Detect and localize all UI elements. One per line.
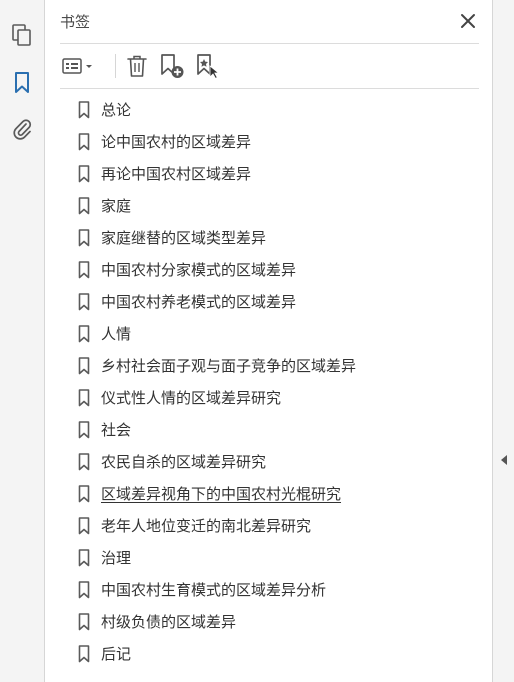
bookmark-icon: [78, 453, 90, 471]
bookmark-item[interactable]: 治理: [45, 542, 492, 574]
panel-header: 书签: [60, 0, 479, 44]
bookmark-icon: [78, 581, 90, 599]
bookmark-item[interactable]: 乡村社会面子观与面子竞争的区域差异: [45, 350, 492, 382]
triangle-left-icon: [501, 455, 507, 465]
bookmark-label: 农民自杀的区域差异研究: [101, 453, 267, 471]
bookmark-label: 治理: [101, 549, 132, 567]
bookmark-item[interactable]: 中国农村生育模式的区域差异分析: [45, 574, 492, 606]
bookmark-item[interactable]: 总论: [45, 94, 492, 126]
bookmark-icon: [78, 645, 90, 663]
bookmarks-panel-window: 书签 总论 论中国农村的区域差异 再论中国农村区域差异 家庭 家庭继替的区域类型…: [0, 0, 514, 682]
bookmark-icon: [78, 197, 90, 215]
bookmark-icon: [78, 485, 90, 503]
bookmark-item[interactable]: 仪式性人情的区域差异研究: [45, 382, 492, 414]
bookmark-icon: [78, 517, 90, 535]
bookmark-label: 中国农村养老模式的区域差异: [101, 293, 297, 311]
bookmark-label: 论中国农村的区域差异: [101, 133, 252, 151]
panel-title: 书签: [60, 13, 91, 31]
bookmark-item[interactable]: 社会: [45, 414, 492, 446]
toolbar-divider: [115, 54, 116, 78]
bookmark-label: 再论中国农村区域差异: [101, 165, 252, 183]
bookmark-label: 人情: [101, 325, 132, 343]
options-menu-icon: [62, 58, 92, 74]
bookmark-label: 区域差异视角下的中国农村光棍研究: [101, 485, 342, 503]
bookmark-label: 老年人地位变迁的南北差异研究: [101, 517, 312, 535]
bookmark-list: 总论 论中国农村的区域差异 再论中国农村区域差异 家庭 家庭继替的区域类型差异 …: [45, 94, 492, 670]
bookmark-item[interactable]: 家庭继替的区域类型差异: [45, 222, 492, 254]
pages-thumbnails-button[interactable]: [9, 22, 35, 48]
bookmark-label: 乡村社会面子观与面子竞争的区域差异: [101, 357, 357, 375]
bookmark-from-selection-icon: [197, 54, 220, 79]
bookmark-label: 中国农村分家模式的区域差异: [101, 261, 297, 279]
bookmark-toolbar: [60, 44, 479, 89]
bookmark-item[interactable]: 农民自杀的区域差异研究: [45, 446, 492, 478]
navigation-rail: [0, 0, 45, 682]
bookmark-from-selection-button[interactable]: [194, 53, 222, 79]
bookmark-icon: [78, 325, 90, 343]
close-icon: [461, 14, 475, 28]
bookmark-label: 家庭: [101, 197, 132, 215]
attachments-button[interactable]: [9, 116, 35, 142]
delete-bookmark-button[interactable]: [124, 53, 150, 79]
bookmark-icon: [78, 133, 90, 151]
pane-collapse-strip: [492, 0, 514, 682]
bookmark-item[interactable]: 中国农村养老模式的区域差异: [45, 286, 492, 318]
bookmark-icon: [78, 165, 90, 183]
close-panel-button[interactable]: [459, 12, 477, 30]
options-menu-button[interactable]: [60, 53, 98, 79]
bookmark-icon: [15, 72, 29, 93]
bookmark-icon: [78, 293, 90, 311]
bookmark-icon: [78, 261, 90, 279]
bookmark-item[interactable]: 老年人地位变迁的南北差异研究: [45, 510, 492, 542]
bookmark-icon: [78, 101, 90, 119]
bookmark-label: 村级负债的区域差异: [101, 613, 237, 631]
collapse-pane-button[interactable]: [498, 452, 510, 466]
bookmark-item[interactable]: 论中国农村的区域差异: [45, 126, 492, 158]
pages-icon: [12, 24, 31, 46]
bookmark-item[interactable]: 家庭: [45, 190, 492, 222]
bookmark-item-hovered[interactable]: 区域差异视角下的中国农村光棍研究: [45, 478, 492, 510]
bookmark-icon: [78, 389, 90, 407]
attachment-icon: [13, 119, 32, 140]
bookmark-icon: [78, 421, 90, 439]
bookmarks-pane: 书签 总论 论中国农村的区域差异 再论中国农村区域差异 家庭 家庭继替的区域类型…: [45, 0, 492, 682]
bookmark-label: 社会: [101, 421, 132, 439]
delete-icon: [127, 55, 147, 77]
bookmarks-button[interactable]: [9, 70, 35, 96]
bookmark-icon: [78, 613, 90, 631]
bookmark-item[interactable]: 人情: [45, 318, 492, 350]
new-bookmark-icon: [161, 54, 184, 78]
bookmark-icon: [78, 357, 90, 375]
bookmark-label: 总论: [101, 101, 132, 119]
bookmark-label: 仪式性人情的区域差异研究: [101, 389, 282, 407]
bookmark-label: 中国农村生育模式的区域差异分析: [101, 581, 327, 599]
new-bookmark-button[interactable]: [158, 53, 186, 79]
bookmark-item[interactable]: 中国农村分家模式的区域差异: [45, 254, 492, 286]
bookmark-label: 家庭继替的区域类型差异: [101, 229, 267, 247]
bookmark-icon: [78, 229, 90, 247]
bookmark-item[interactable]: 后记: [45, 638, 492, 670]
bookmark-item[interactable]: 再论中国农村区域差异: [45, 158, 492, 190]
bookmark-item[interactable]: 村级负债的区域差异: [45, 606, 492, 638]
bookmark-label: 后记: [101, 645, 132, 663]
bookmark-icon: [78, 549, 90, 567]
